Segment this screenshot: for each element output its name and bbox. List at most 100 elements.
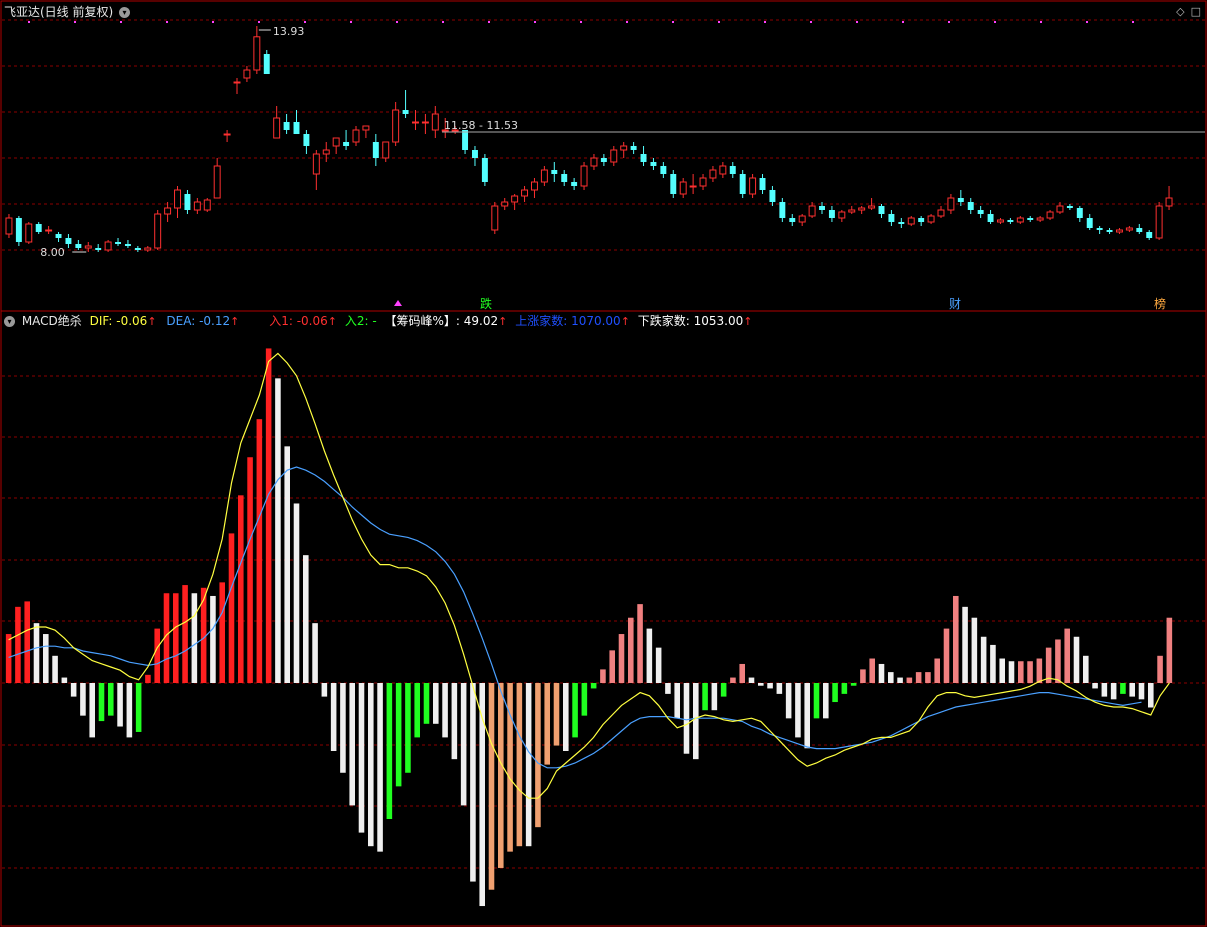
candle-body [540,169,548,183]
max-price-label: 13.93 [273,25,305,38]
candle-body [1076,208,1083,218]
candle-body [530,181,538,191]
up-arrow-icon: ↑ [620,315,630,328]
candle-body [1027,218,1034,220]
macd-histogram-bar [43,634,49,683]
up-arrow-icon: ↑ [147,315,157,328]
candle-body [789,218,796,222]
candle-body [55,234,62,238]
macd-histogram-bar [563,683,569,751]
macd-histogram-bar [804,683,810,749]
macd-histogram-bar [238,495,244,683]
macd-histogram-bar [730,677,736,683]
top-dot [718,21,720,23]
top-dot [258,21,260,23]
macd-histogram-bar [1148,683,1154,708]
candle-body [491,205,499,231]
candle-body [937,209,945,217]
macd-histogram-bar [702,683,708,711]
candle-body [45,229,53,232]
candle-body [233,81,241,84]
macd-histogram-bar [1120,683,1126,694]
macd-histogram-bar [98,683,105,722]
candle-body [293,122,300,134]
macd-histogram-bar [1018,661,1024,683]
macd-histogram-bar [433,683,439,724]
square-icon[interactable]: □ [1191,5,1201,18]
macd-histogram-bar [1027,661,1033,683]
in1-label: 入1: [269,314,293,328]
macd-histogram-bar [321,683,328,697]
macd-histogram-bar [1073,636,1080,683]
top-dot [212,21,214,23]
macd-histogram-bar [813,683,820,719]
candle-body [719,165,727,175]
candle-body [431,113,439,131]
macd-histogram-bar [906,677,913,683]
macd-histogram-bar [33,623,40,683]
candle-body [15,218,22,242]
top-dot [350,21,352,23]
candle-body [115,242,121,244]
fall-value: 1053.00 [693,314,744,328]
macd-histogram-bar [525,683,532,847]
candle-body [472,150,478,158]
macd-histogram-bar [1083,655,1089,683]
macd-name: MACD绝杀 [21,314,82,328]
macd-histogram-bar [135,683,142,732]
candle-body [521,189,529,197]
candle-body [650,162,657,166]
macd-histogram-bar [581,683,588,716]
macd-histogram-bar [488,683,495,890]
macd-histogram-bar [210,595,216,683]
chevron-down-icon[interactable]: ▾ [4,316,15,327]
candle-body [640,154,647,162]
fall-label: 下跌家数: [637,314,690,328]
candle-body [759,178,766,190]
diamond-icon[interactable]: ◇ [1176,5,1184,18]
candle-body [95,248,102,250]
in1-value: -0.06 [296,314,328,328]
candle-body [947,197,955,211]
candle-body [561,174,568,182]
candle-body [501,201,509,207]
macd-histogram-bar [971,617,978,683]
top-dot [994,21,996,23]
macd-histogram-bar [767,683,773,689]
candle-body [729,166,736,174]
candle-body [75,244,82,248]
candle-body [372,142,379,158]
candle-body [462,130,469,150]
candle-body [35,224,42,232]
macd-histogram-bar [693,683,699,760]
macd-histogram-bar [999,658,1005,683]
price-level-label: 11.58 - 11.53 [444,119,518,132]
event-marker-bang: 榜 [1154,296,1166,311]
macd-histogram-bar [776,683,783,694]
macd-histogram-bar [228,533,235,683]
candle-body [957,198,964,202]
macd-histogram-bar [275,378,281,683]
candle-body [343,142,350,146]
macd-histogram-bar [553,683,560,746]
top-dot [442,21,444,23]
macd-panel[interactable] [2,348,1205,907]
macd-histogram-bar [795,683,801,738]
macd-histogram-bar [544,683,550,765]
candle-body [283,122,290,130]
macd-histogram-bar [451,683,458,760]
up-marker-icon [394,300,402,306]
top-dot [1040,21,1042,23]
top-dot [28,21,30,23]
up-arrow-icon: ↑ [498,315,508,328]
macd-histogram-bar [182,585,188,683]
top-dot [304,21,306,23]
event-marker-die: 跌 [480,296,492,311]
macd-histogram-bar [368,683,374,847]
macd-histogram-bar [423,683,430,724]
top-dot [902,21,904,23]
chevron-down-icon[interactable]: ▾ [119,7,131,18]
macd-histogram-bar [349,683,355,806]
macd-histogram-bar [1110,683,1117,700]
price-panel[interactable]: 13.93 8.00 11.58 - 11.53 跌 财 榜 [2,19,1205,311]
